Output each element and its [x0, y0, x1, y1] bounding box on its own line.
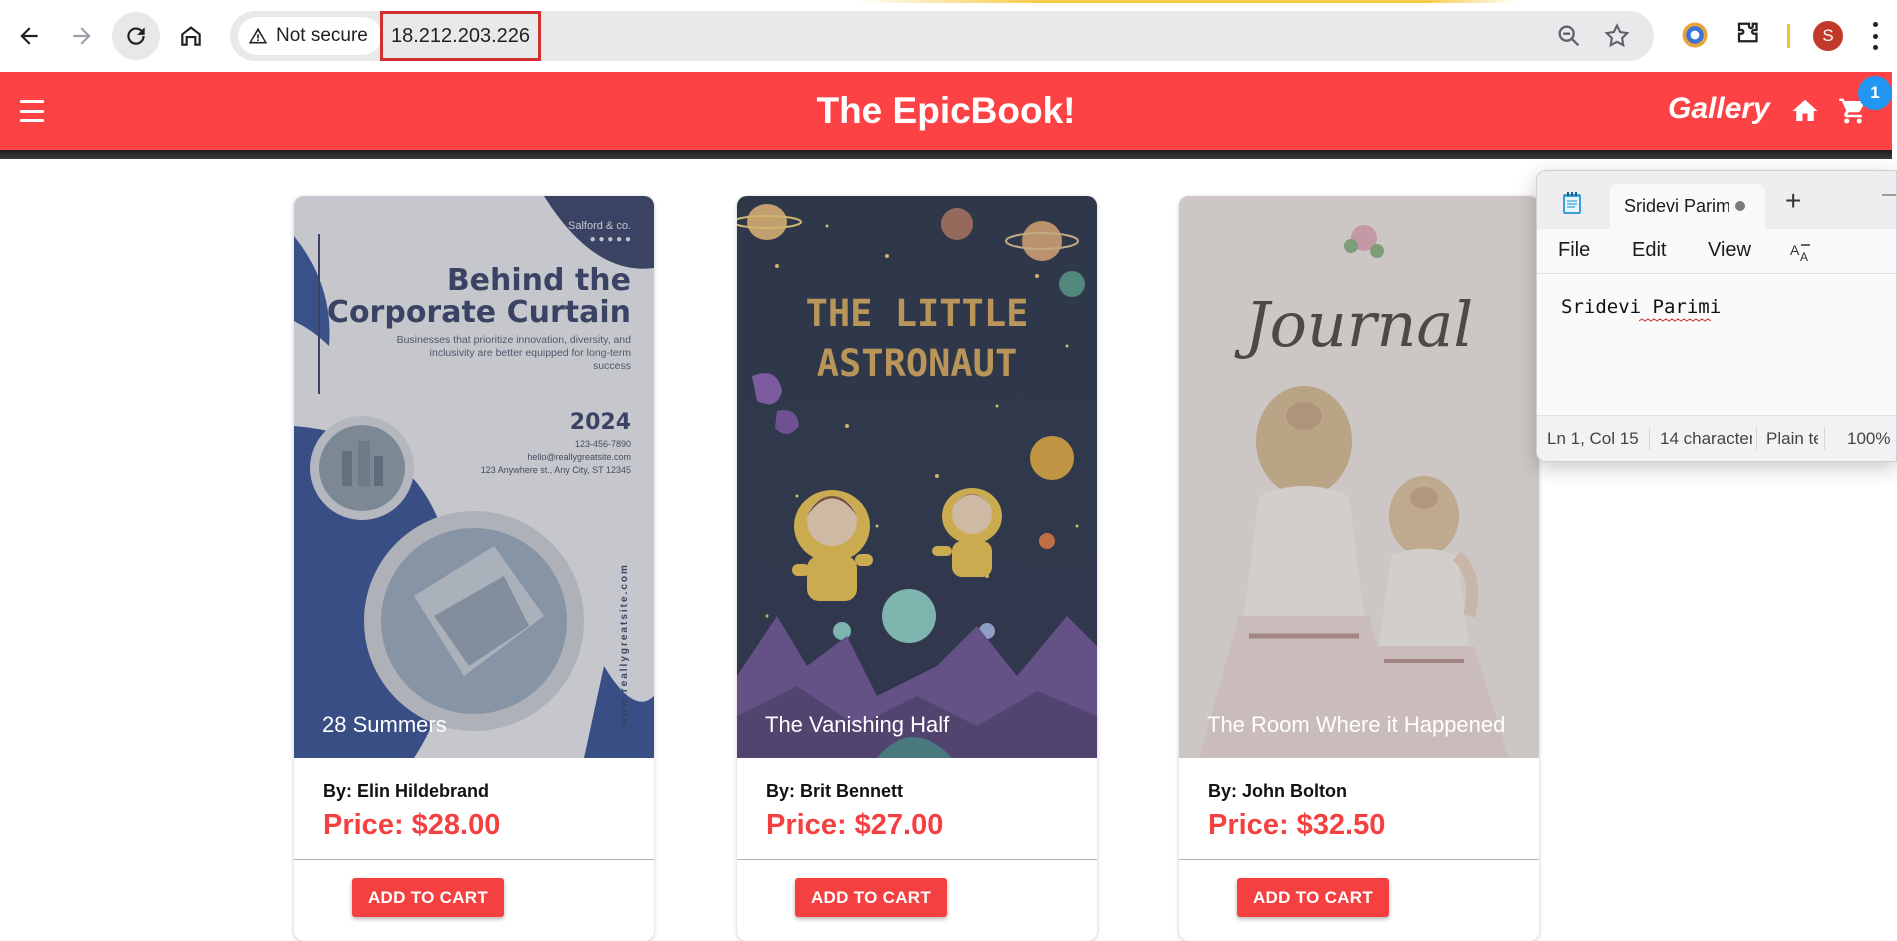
extension-circle-icon[interactable]: [1680, 20, 1710, 50]
forward-button[interactable]: [58, 12, 106, 60]
book-price: Price: $32.50: [1208, 809, 1386, 841]
book-card: Salford & co. ● ● ● ● ● Behind the Corpo…: [294, 196, 654, 941]
book-cover-image[interactable]: Salford & co. ● ● ● ● ● Behind the Corpo…: [294, 196, 654, 758]
book-title: The Vanishing Half: [765, 712, 950, 737]
header-bottom-strip: [0, 150, 1892, 159]
cover-overlay: [1179, 196, 1539, 758]
tab-strip-edge: [0, 0, 1897, 3]
cart-count-badge: 1: [1858, 76, 1892, 110]
zoom-out-icon[interactable]: [1555, 22, 1583, 50]
add-to-cart-button[interactable]: ADD TO CART: [1237, 878, 1389, 917]
book-card: THE LITTLE ASTRONAUT The Vanishing Half …: [737, 196, 1097, 941]
status-character-count: 14 characters: [1660, 429, 1752, 448]
new-tab-plus-icon[interactable]: +: [1785, 187, 1801, 215]
site-brand-title[interactable]: The EpicBook!: [0, 90, 1892, 132]
notepad-tab[interactable]: Sridevi Parimi: [1610, 184, 1765, 229]
notepad-content: Sridevi Parimi: [1561, 296, 1722, 318]
notepad-menu-bar: File Edit View AA: [1537, 229, 1896, 273]
home-outline-icon: [181, 26, 201, 46]
menu-edit[interactable]: Edit: [1632, 239, 1666, 262]
security-chip[interactable]: Not secure: [238, 17, 382, 55]
puzzle-extensions-icon[interactable]: [1734, 20, 1764, 50]
book-title: The Room Where it Happened: [1207, 712, 1506, 737]
notepad-window: Sridevi Parimi + — File Edit View AA Sri…: [1536, 170, 1897, 462]
status-separator: [1649, 428, 1650, 450]
status-separator: [1756, 428, 1757, 450]
card-divider: [294, 859, 654, 860]
book-title: 28 Summers: [322, 712, 447, 737]
notepad-status-bar: Ln 1, Col 15 14 characters Plain text 10…: [1537, 415, 1896, 461]
spellcheck-underline: [1639, 318, 1711, 322]
minimize-icon[interactable]: —: [1882, 186, 1896, 204]
svg-text:A: A: [1800, 250, 1808, 263]
svg-text:A: A: [1790, 242, 1800, 258]
notepad-tab-title: Sridevi Parimi: [1624, 196, 1729, 216]
book-author: By: John Bolton: [1208, 781, 1347, 801]
warning-icon: [248, 27, 268, 44]
notepad-editor[interactable]: Sridevi Parimi: [1537, 273, 1896, 415]
security-label: Not secure: [276, 25, 368, 46]
card-divider: [737, 859, 1097, 860]
book-cover-image[interactable]: Journal The Room Where it Happened: [1179, 196, 1539, 758]
notepad-tab-bar: Sridevi Parimi + —: [1537, 171, 1896, 229]
notepad-app-icon: [1563, 192, 1581, 214]
bookmark-star-icon[interactable]: [1603, 22, 1631, 50]
home-icon[interactable]: [1790, 96, 1820, 126]
nav-gallery-link[interactable]: Gallery: [1668, 92, 1770, 126]
status-zoom[interactable]: 100%: [1847, 429, 1895, 449]
add-to-cart-button[interactable]: ADD TO CART: [352, 878, 504, 917]
status-cursor-position: Ln 1, Col 15: [1547, 429, 1639, 448]
reload-button[interactable]: [112, 12, 160, 60]
card-divider: [1179, 859, 1539, 860]
arrow-right-icon: [73, 27, 91, 45]
arrow-left-icon: [20, 27, 38, 45]
book-author: By: Elin Hildebrand: [323, 781, 490, 801]
address-bar[interactable]: Not secure 18.212.203.226: [230, 11, 1654, 61]
profile-avatar[interactable]: S: [1813, 21, 1843, 51]
status-separator: [1824, 428, 1825, 450]
unsaved-dot-icon[interactable]: [1735, 201, 1745, 211]
book-author: By: Brit Bennett: [766, 781, 904, 801]
back-button[interactable]: [5, 12, 53, 60]
book-cover-image[interactable]: THE LITTLE ASTRONAUT The Vanishing Half: [737, 196, 1097, 758]
home-button[interactable]: [167, 12, 215, 60]
reload-icon: [127, 27, 145, 45]
book-price: Price: $27.00: [766, 809, 944, 841]
book-price: Price: $28.00: [323, 809, 501, 841]
browser-menu-kebab-icon[interactable]: [1870, 22, 1880, 50]
app-header: The EpicBook! Gallery 1: [0, 72, 1892, 150]
url-text[interactable]: 18.212.203.226: [380, 11, 542, 61]
url-value: 18.212.203.226: [391, 24, 531, 47]
menu-view[interactable]: View: [1708, 239, 1751, 262]
browser-toolbar: Not secure 18.212.203.226 S: [0, 0, 1897, 72]
book-card: Journal The Room Where it Happened By: J…: [1179, 196, 1539, 941]
cover-overlay: [737, 196, 1097, 758]
menu-file[interactable]: File: [1558, 239, 1590, 262]
add-to-cart-button[interactable]: ADD TO CART: [795, 878, 947, 917]
status-encoding[interactable]: Plain text: [1766, 429, 1818, 449]
text-format-icon[interactable]: AA: [1789, 241, 1813, 263]
cover-overlay: [294, 196, 654, 758]
toolbar-divider: [1787, 24, 1790, 48]
